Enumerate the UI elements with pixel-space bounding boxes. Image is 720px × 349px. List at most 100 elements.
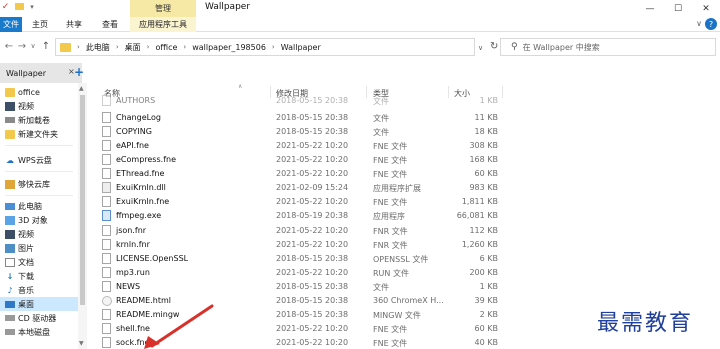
sidebar-item-documents[interactable]: 文档 — [0, 255, 78, 269]
tab-view[interactable]: 查看 — [96, 17, 124, 32]
tab-home[interactable]: 主页 — [26, 17, 54, 32]
sidebar-item-label: 视频 — [18, 101, 34, 111]
new-folder-icon[interactable] — [14, 1, 25, 12]
breadcrumb-desktop[interactable]: 桌面 — [125, 42, 141, 53]
scroll-down-icon[interactable]: ▼ — [79, 340, 84, 347]
video-folder-icon — [5, 101, 15, 111]
file-row[interactable]: AUTHORS 2018-05-15 20:38 文件 1 KB — [92, 94, 720, 108]
file-name: LICENSE.OpenSSL — [116, 253, 189, 263]
up-arrow-icon[interactable]: ↑ — [40, 39, 52, 53]
breadcrumb-separator-icon[interactable]: › — [77, 43, 80, 51]
sidebar-item-downloads[interactable]: ↓ 下载 — [0, 269, 78, 283]
breadcrumb-separator-icon[interactable]: › — [272, 43, 275, 51]
file-row[interactable]: LICENSE.OpenSSL 2018-05-15 20:38 OPENSSL 文… — [92, 252, 720, 266]
file-row[interactable]: NEWS 2018-05-15 20:38 文件 1 KB — [92, 280, 720, 294]
file-date: 2021-05-22 10:20 — [276, 267, 349, 277]
breadcrumb-separator-icon[interactable]: › — [147, 43, 150, 51]
back-arrow-icon[interactable]: ← — [3, 39, 15, 53]
file-type: 文件 — [373, 114, 389, 124]
file-row[interactable]: ExuiKrnln.fne 2021-05-22 10:20 FNE 文件 1,811… — [92, 195, 720, 209]
breadcrumb-wallpaper-folder[interactable]: wallpaper_198506 — [192, 43, 266, 52]
scroll-up-icon[interactable]: ▲ — [79, 85, 84, 92]
address-bar[interactable]: › 此电脑 › 桌面 › office › wallpaper_198506 ›… — [55, 38, 475, 56]
navigation-pane-scrollbar[interactable]: ▲ ▼ — [78, 83, 87, 349]
recent-locations-chevron-icon[interactable]: ∨ — [27, 39, 39, 53]
sidebar-item-videos-pinned[interactable]: 视频 — [0, 99, 78, 113]
tab-file[interactable]: 文件 — [0, 17, 22, 32]
file-row[interactable]: eCompress.fne 2021-05-22 10:20 FNE 文件 168 K… — [92, 153, 720, 167]
sidebar-item-videos[interactable]: 视频 — [0, 227, 78, 241]
file-size: 60 KB — [474, 169, 498, 179]
file-date: 2021-05-22 10:20 — [276, 239, 349, 249]
customize-chevron-icon[interactable]: ▾ — [28, 1, 36, 12]
close-button[interactable]: ✕ — [692, 0, 720, 17]
breadcrumb-office[interactable]: office — [155, 43, 177, 52]
sidebar-item-label: 本地磁盘 — [18, 327, 50, 337]
sidebar-item-new-volume[interactable]: 新加载卷 — [0, 113, 78, 127]
tab-share[interactable]: 共享 — [60, 17, 88, 32]
address-dropdown-chevron-icon[interactable]: ∨ — [478, 44, 483, 52]
file-size: 39 KB — [474, 295, 498, 305]
sidebar-item-cd-drive[interactable]: CD 驱动器 — [0, 311, 78, 325]
file-row[interactable]: ffmpeg.exe 2018-05-19 20:38 应用程序 66,081 KB — [92, 209, 720, 223]
new-tab-icon[interactable]: + — [72, 65, 86, 79]
file-type: FNE 文件 — [373, 198, 408, 208]
breadcrumb-separator-icon[interactable]: › — [183, 43, 186, 51]
divider — [5, 145, 73, 146]
file-size: 308 KB — [469, 141, 498, 151]
sidebar-item-label: 文档 — [18, 257, 34, 267]
file-row[interactable]: krnln.fnr 2021-05-22 10:20 FNR 文件 1,260 KB — [92, 238, 720, 252]
sidebar-item-this-pc[interactable]: 此电脑 — [0, 199, 78, 213]
drive-icon — [5, 117, 15, 123]
file-row[interactable]: COPYING 2018-05-15 20:38 文件 18 KB — [92, 125, 720, 139]
breadcrumb-separator-icon[interactable]: › — [116, 43, 119, 51]
sidebar-item-music[interactable]: ♪ 音乐 — [0, 283, 78, 297]
file-name: ExuiKrnln.fne — [116, 197, 170, 207]
file-type: FNE 文件 — [373, 339, 408, 349]
tab-application-tools[interactable]: 应用程序工具 — [130, 17, 196, 32]
sidebar-item-new-folder[interactable]: 新建文件夹 — [0, 127, 78, 141]
sidebar-item-3d-objects[interactable]: 3D 对象 — [0, 213, 78, 227]
file-name: eAPI.fne — [116, 141, 149, 151]
file-name: ffmpeg.exe — [116, 211, 162, 221]
file-icon — [102, 322, 111, 334]
sidebar-item-local-disk[interactable]: 本地磁盘 — [0, 325, 78, 339]
sidebar-item-desktop[interactable]: 桌面 — [0, 297, 78, 311]
search-input[interactable]: ⚲ 在 Wallpaper 中搜索 — [500, 38, 716, 56]
context-tab-manage[interactable]: 管理 — [130, 0, 196, 17]
ribbon-expand-chevron-icon[interactable]: ∨ — [696, 19, 702, 28]
sidebar-item-pictures[interactable]: 图片 — [0, 241, 78, 255]
file-date: 2021-02-09 15:24 — [276, 183, 349, 193]
music-icon: ♪ — [7, 285, 13, 295]
sidebar-item-office[interactable]: office — [0, 85, 78, 99]
download-icon: ↓ — [6, 271, 14, 281]
file-date: 2021-05-22 10:20 — [276, 169, 349, 179]
breadcrumb-this-pc[interactable]: 此电脑 — [86, 42, 110, 53]
folder-icon — [5, 87, 15, 97]
file-row[interactable]: EThread.fne 2021-05-22 10:20 FNE 文件 60 KB — [92, 167, 720, 181]
file-row[interactable]: ExuiKrnln.dll 2021-02-09 15:24 应用程序扩展 983 K… — [92, 181, 720, 195]
file-row[interactable]: eAPI.fne 2021-05-22 10:20 FNE 文件 308 KB — [92, 139, 720, 153]
breadcrumb-wallpaper[interactable]: Wallpaper — [281, 43, 321, 52]
refresh-icon[interactable]: ↻ — [490, 41, 498, 52]
file-row[interactable]: json.fnr 2021-05-22 10:20 FNR 文件 112 KB — [92, 224, 720, 238]
file-row[interactable]: ChangeLog 2018-05-15 20:38 文件 11 KB — [92, 111, 720, 125]
file-date: 2018-05-15 20:38 — [276, 127, 349, 137]
file-date: 2021-05-22 10:20 — [276, 155, 349, 165]
properties-check-icon[interactable]: ✓ — [0, 1, 11, 12]
file-size: 1 KB — [479, 281, 498, 291]
file-row[interactable]: mp3.run 2021-05-22 10:20 RUN 文件 200 KB — [92, 266, 720, 280]
file-size: 6 KB — [479, 253, 498, 263]
help-icon[interactable]: ? — [705, 18, 717, 30]
minimize-button[interactable]: — — [636, 0, 664, 17]
maximize-button[interactable]: ☐ — [664, 0, 692, 17]
sidebar-item-label: WPS云盘 — [18, 155, 52, 165]
file-icon — [102, 112, 111, 124]
watermark-logo: 最需教育 — [597, 311, 694, 336]
sidebar-item-label: 新加载卷 — [18, 115, 50, 125]
scrollbar-thumb[interactable] — [80, 95, 85, 305]
sidebar-item-wps-cloud[interactable]: ☁ WPS云盘 — [0, 153, 78, 167]
sidebar-item-gokuai[interactable]: 够快云库 — [0, 177, 78, 191]
file-type: FNE 文件 — [373, 170, 408, 180]
file-size: 112 KB — [469, 225, 498, 235]
